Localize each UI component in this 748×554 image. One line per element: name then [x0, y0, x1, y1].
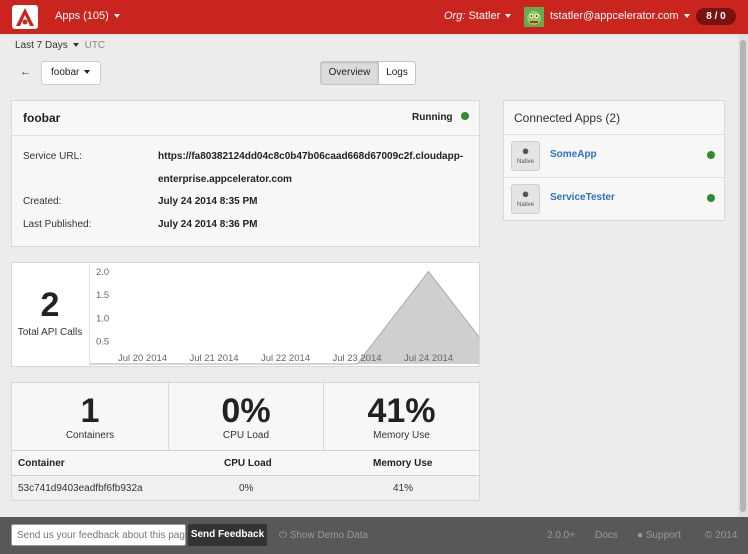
x-tick-label: Jul 21 2014 [189, 353, 238, 364]
power-icon: ⏻ [279, 530, 287, 541]
org-menu[interactable]: Org: Statler [444, 10, 512, 22]
chevron-down-icon [113, 14, 120, 19]
y-tick-label: 2.0 [96, 267, 109, 278]
divider [12, 450, 479, 451]
status-dot-icon [707, 194, 715, 202]
top-navigation-bar: Apps (105) Org: Statler tstatler@appcele… [0, 0, 748, 34]
connected-app-link[interactable]: SomeApp [550, 149, 597, 160]
service-name: foobar [23, 111, 61, 125]
created-value: July 24 2014 8:35 PM [158, 196, 258, 207]
chevron-down-icon [683, 14, 690, 19]
feedback-input[interactable] [11, 524, 186, 546]
x-tick-label: Jul 24 2014 [404, 353, 453, 364]
back-arrow-icon[interactable]: ← [20, 66, 31, 78]
show-demo-data-label: Show Demo Data [289, 530, 369, 541]
total-api-calls-label: Total API Calls [17, 327, 83, 338]
x-tick-label: Jul 22 2014 [261, 353, 310, 364]
service-status-label: Running [412, 112, 453, 123]
y-tick-label: 1.5 [96, 290, 109, 301]
service-url-line-1: https://fa80382124dd04c8c0b47b06caad668d… [158, 151, 464, 162]
service-status: Running [412, 112, 470, 123]
x-tick-label: Jul 20 2014 [118, 353, 167, 364]
divider [12, 135, 479, 136]
copyright-label: © 2014 [705, 530, 738, 541]
date-range-selector[interactable]: Last 7 Days UTC [15, 40, 105, 51]
chevron-down-icon [505, 14, 512, 19]
y-tick-label: 0.5 [96, 336, 109, 347]
status-dot-icon [707, 151, 715, 159]
api-calls-chart: 2.0 1.5 1.0 0.5 Jul 20 2014 Jul 21 2014 Jul 22… [90, 267, 479, 365]
containers-label: Containers [65, 430, 115, 441]
chevron-down-icon [72, 43, 79, 48]
connected-apps-title: Connected Apps (2) [514, 111, 621, 125]
send-feedback-button[interactable]: Send Feedback [188, 524, 267, 546]
tab-logs[interactable]: Logs [378, 61, 416, 85]
show-demo-data-toggle[interactable]: ⏻ Show Demo Data [279, 530, 368, 541]
support-label: Support [645, 530, 681, 541]
divider [504, 177, 724, 178]
service-url-line-2: enterprise.appcelerator.com [158, 174, 292, 185]
connected-app-link[interactable]: ServiceTester [550, 192, 615, 203]
service-select-value: foobar [51, 67, 80, 78]
org-name: Statler [468, 10, 501, 22]
table-cell-memory: 41% [393, 483, 414, 494]
cpu-load-label: CPU Load [222, 430, 270, 441]
chart-area [90, 271, 479, 364]
y-tick-label: 1.0 [96, 313, 109, 324]
containers-value: 1 [80, 392, 100, 430]
service-url-label: Service URL: [23, 151, 82, 162]
tab-overview[interactable]: Overview [320, 61, 379, 85]
platform-label: Native [516, 159, 534, 165]
support-link[interactable]: ● Support [637, 530, 681, 541]
table-header-container: Container [18, 458, 65, 469]
appcelerator-logo-icon[interactable] [12, 5, 38, 29]
docs-link[interactable]: Docs [595, 530, 618, 541]
notification-badge[interactable]: 8 / 0 [696, 8, 736, 25]
memory-use-value: 41% [367, 392, 436, 430]
service-select[interactable]: foobar [41, 61, 101, 85]
org-prefix: Org: [444, 10, 466, 22]
status-dot-icon [461, 112, 470, 120]
platform-label: Native [516, 202, 534, 208]
version-label: 2.0.0+ [547, 530, 576, 541]
cpu-load-value: 0% [221, 392, 271, 430]
user-menu[interactable]: tstatler@appcelerator.com [550, 10, 690, 22]
table-header-cpu: CPU Load [224, 458, 272, 469]
last-published-label: Last Published: [23, 219, 92, 230]
total-api-calls-value: 2 [40, 286, 60, 324]
apple-icon: ● [521, 143, 530, 158]
user-avatar[interactable] [524, 7, 544, 27]
table-cell-cpu: 0% [239, 483, 254, 494]
table-cell-container: 53c741d9403eadfbf6fb932a [18, 483, 143, 494]
app-platform-icon: ● Native [511, 184, 540, 214]
user-email: tstatler@appcelerator.com [550, 10, 679, 22]
divider [504, 134, 724, 135]
x-tick-label: Jul 23 2014 [332, 353, 381, 364]
scrollbar-thumb[interactable] [740, 40, 746, 512]
created-label: Created: [23, 196, 62, 207]
table-header-memory: Memory Use [373, 458, 433, 469]
memory-use-label: Memory Use [373, 430, 430, 441]
apps-menu-label: Apps (105) [55, 10, 109, 22]
chevron-down-icon [84, 70, 91, 75]
apps-menu[interactable]: Apps (105) [55, 10, 120, 22]
timezone-label: UTC [84, 40, 106, 51]
date-range-label: Last 7 Days [15, 40, 68, 51]
support-icon: ● [637, 530, 644, 541]
apple-icon: ● [521, 186, 530, 201]
last-published-value: July 24 2014 8:36 PM [158, 219, 258, 230]
app-platform-icon: ● Native [511, 141, 540, 171]
